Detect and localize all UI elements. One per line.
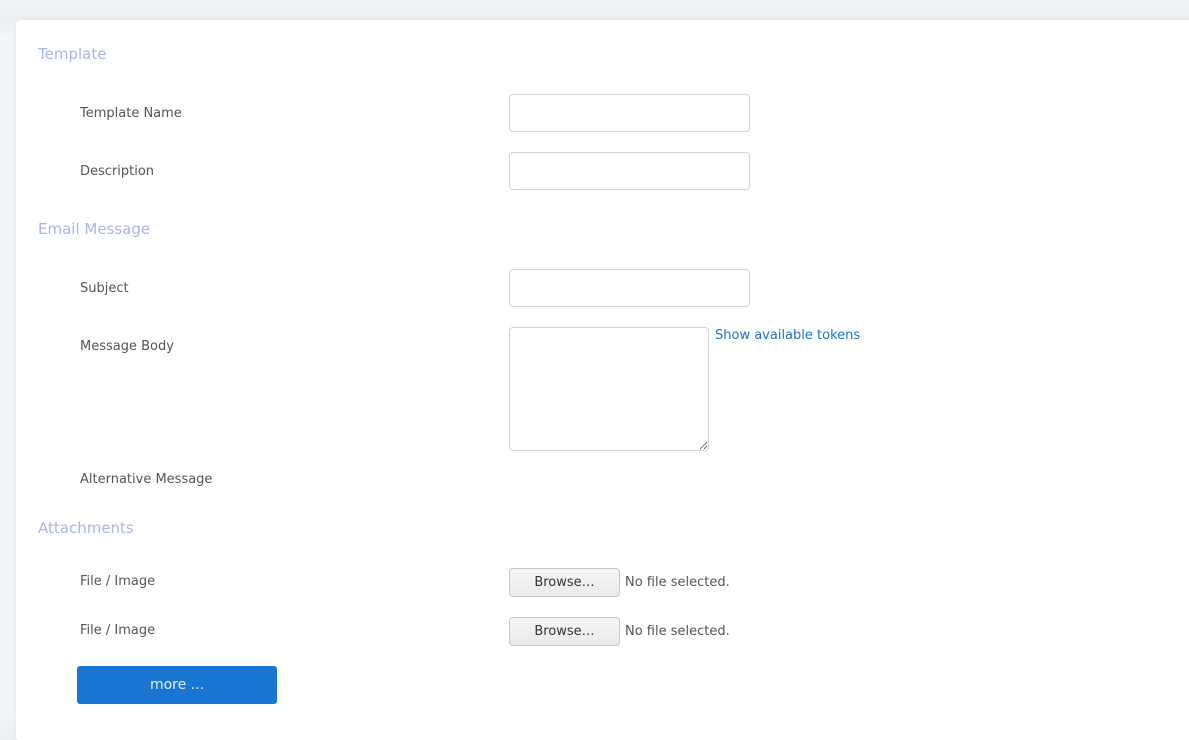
section-title-template: Template <box>38 45 107 63</box>
file-status-1: No file selected. <box>625 575 730 590</box>
browse-button-1[interactable]: Browse… <box>509 568 620 597</box>
more-attachments-button[interactable]: more ... <box>77 666 277 704</box>
file-status-2: No file selected. <box>625 624 730 639</box>
section-title-attachments: Attachments <box>38 519 134 537</box>
form-card: Template Template Name Description Email… <box>16 20 1189 740</box>
alternative-message-label: Alternative Message <box>80 472 213 487</box>
subject-label: Subject <box>80 281 129 296</box>
file-image-label-2: File / Image <box>80 623 156 638</box>
show-tokens-link[interactable]: Show available tokens <box>715 328 860 343</box>
message-body-label: Message Body <box>80 339 174 354</box>
template-name-label: Template Name <box>80 106 182 121</box>
file-image-label-1: File / Image <box>80 574 156 589</box>
section-title-email-message: Email Message <box>38 220 151 238</box>
message-body-textarea[interactable] <box>509 327 709 451</box>
template-name-input[interactable] <box>509 94 750 132</box>
file-input-2: Browse… No file selected. <box>509 617 730 646</box>
subject-input[interactable] <box>509 269 750 307</box>
description-label: Description <box>80 164 155 179</box>
browse-button-2[interactable]: Browse… <box>509 617 620 646</box>
description-input[interactable] <box>509 152 750 190</box>
file-input-1: Browse… No file selected. <box>509 568 730 597</box>
